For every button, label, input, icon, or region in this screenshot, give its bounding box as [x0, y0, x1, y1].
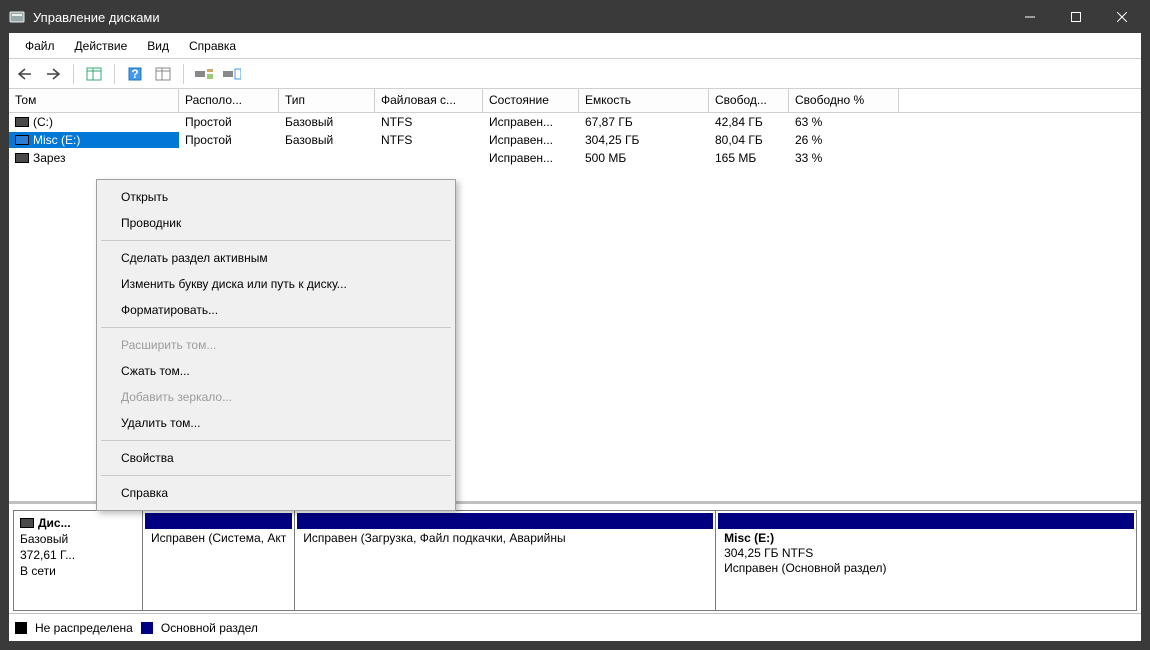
list-row[interactable]: Misc (E:) Простой Базовый NTFS Исправен.…: [9, 131, 1141, 149]
ctx-shrink[interactable]: Сжать том...: [99, 358, 453, 384]
menu-action[interactable]: Действие: [65, 35, 138, 57]
drive-icon: [15, 117, 29, 127]
detail-icon[interactable]: [220, 62, 244, 86]
partition-box[interactable]: Misc (E:) 304,25 ГБ NTFS Исправен (Основ…: [716, 510, 1137, 611]
separator: [73, 64, 74, 84]
separator: [183, 64, 184, 84]
svg-text:?: ?: [131, 67, 138, 81]
ctx-mirror: Добавить зеркало...: [99, 384, 453, 410]
partition-box[interactable]: Исправен (Загрузка, Файл подкачки, Авари…: [295, 510, 716, 611]
vol-name: (C:): [33, 115, 53, 129]
disk-info[interactable]: Дис... Базовый 372,61 Г... В сети: [13, 510, 143, 611]
ctx-separator: [101, 440, 451, 441]
window-title: Управление дисками: [33, 10, 1007, 25]
ctx-properties[interactable]: Свойства: [99, 445, 453, 471]
ctx-format[interactable]: Форматировать...: [99, 297, 453, 323]
col-fs[interactable]: Файловая с...: [375, 89, 483, 112]
menu-view[interactable]: Вид: [137, 35, 179, 57]
titlebar: Управление дисками: [1, 1, 1149, 33]
properties-icon[interactable]: [82, 62, 106, 86]
partition-header: [145, 513, 292, 529]
close-button[interactable]: [1099, 1, 1145, 33]
menubar: Файл Действие Вид Справка: [9, 33, 1141, 59]
toolbar: ?: [9, 59, 1141, 89]
col-volume[interactable]: Том: [9, 89, 179, 112]
col-layout[interactable]: Располо...: [179, 89, 279, 112]
ctx-explorer[interactable]: Проводник: [99, 210, 453, 236]
ctx-extend: Расширить том...: [99, 332, 453, 358]
disk-icon: [20, 518, 34, 528]
maximize-button[interactable]: [1053, 1, 1099, 33]
col-status[interactable]: Состояние: [483, 89, 579, 112]
minimize-button[interactable]: [1007, 1, 1053, 33]
legend-unallocated-label: Не распределена: [35, 621, 133, 635]
disk-graphical-view: Дис... Базовый 372,61 Г... В сети Исправ…: [9, 503, 1141, 613]
legend: Не распределена Основной раздел: [9, 613, 1141, 641]
vol-name: Misc (E:): [33, 133, 80, 147]
list-row[interactable]: Зарез Исправен... 500 МБ 165 МБ 33 %: [9, 149, 1141, 167]
col-free[interactable]: Свобод...: [709, 89, 789, 112]
partition-header: [718, 513, 1134, 529]
forward-button[interactable]: [41, 62, 65, 86]
ctx-change-letter[interactable]: Изменить букву диска или путь к диску...: [99, 271, 453, 297]
separator: [114, 64, 115, 84]
context-menu: Открыть Проводник Сделать раздел активны…: [96, 179, 456, 511]
col-pct[interactable]: Свободно %: [789, 89, 899, 112]
ctx-separator: [101, 475, 451, 476]
partition-header: [297, 513, 713, 529]
back-button[interactable]: [13, 62, 37, 86]
ctx-help[interactable]: Справка: [99, 480, 453, 506]
drive-icon: [15, 135, 29, 145]
ctx-open[interactable]: Открыть: [99, 184, 453, 210]
refresh-icon[interactable]: [151, 62, 175, 86]
help-icon[interactable]: ?: [123, 62, 147, 86]
app-icon: [9, 9, 25, 25]
col-type[interactable]: Тип: [279, 89, 375, 112]
ctx-separator: [101, 327, 451, 328]
vol-name: Зарез: [33, 151, 66, 165]
menu-help[interactable]: Справка: [179, 35, 246, 57]
app-window: Управление дисками Файл Действие Вид Спр…: [0, 0, 1150, 650]
legend-primary-label: Основной раздел: [161, 621, 258, 635]
ctx-separator: [101, 240, 451, 241]
col-capacity[interactable]: Емкость: [579, 89, 709, 112]
menu-file[interactable]: Файл: [15, 35, 65, 57]
ctx-make-active[interactable]: Сделать раздел активным: [99, 245, 453, 271]
list-body: (C:) Простой Базовый NTFS Исправен... 67…: [9, 113, 1141, 167]
list-icon[interactable]: [192, 62, 216, 86]
ctx-delete[interactable]: Удалить том...: [99, 410, 453, 436]
partition-box[interactable]: Исправен (Система, Акт: [143, 510, 295, 611]
legend-unallocated-swatch: [15, 622, 27, 634]
list-header: Том Располо... Тип Файловая с... Состоян…: [9, 89, 1141, 113]
legend-primary-swatch: [141, 622, 153, 634]
drive-icon: [15, 153, 29, 163]
list-row[interactable]: (C:) Простой Базовый NTFS Исправен... 67…: [9, 113, 1141, 131]
